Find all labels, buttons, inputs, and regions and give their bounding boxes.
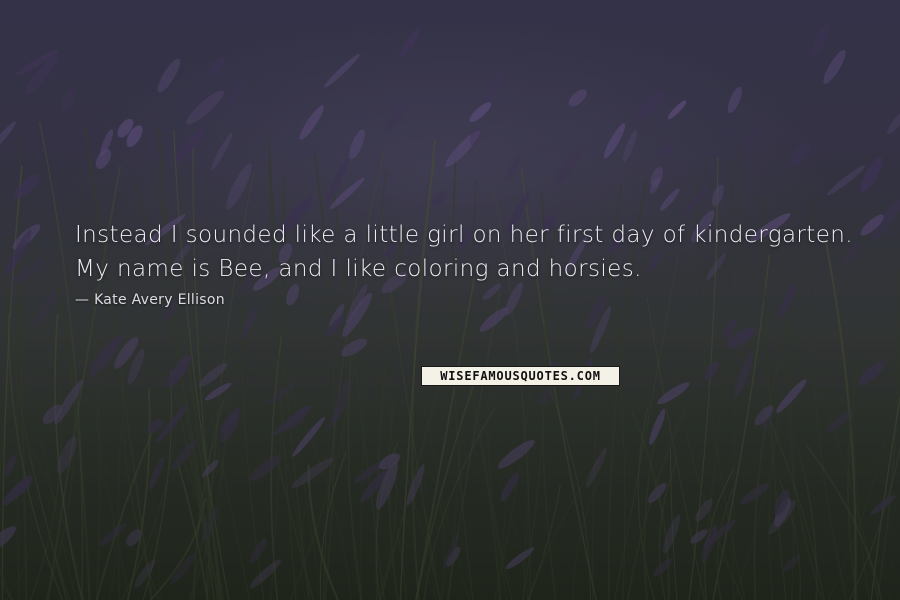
quote-block: Instead I sounded like a little girl on … [75,218,855,308]
quote-text: Instead I sounded like a little girl on … [75,222,853,282]
quote-image: Instead I sounded like a little girl on … [0,0,900,600]
brand-watermark: WISEFAMOUSQUOTES.COM [421,366,620,386]
author-dash: — [75,292,95,308]
author-line: — Kate Avery Ellison [75,292,855,308]
author-name: Kate Avery Ellison [94,292,225,308]
